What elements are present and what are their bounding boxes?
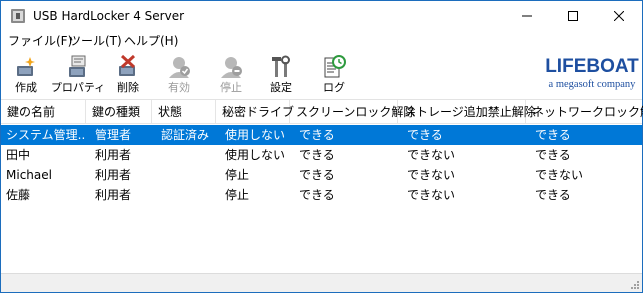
- window-title: USB HardLocker 4 Server: [33, 9, 185, 23]
- column-header-key-type[interactable]: 鍵の種類: [86, 100, 152, 124]
- minimize-icon: [522, 15, 532, 17]
- cell-key-name: 佐藤: [6, 188, 31, 202]
- log-button[interactable]: ログ: [319, 54, 349, 98]
- table-row[interactable]: Michael 利用者 停止 できる できない できない: [1, 165, 642, 185]
- cell-secret-drive: 停止: [225, 168, 250, 182]
- cell-key-name: システム管理...: [6, 128, 86, 142]
- cell-status: [152, 165, 216, 185]
- column-header-network-lock[interactable]: ネットワークロック解除: [526, 100, 643, 124]
- column-header-status[interactable]: 状態: [152, 100, 216, 124]
- cell-secret-drive: 停止: [225, 188, 250, 202]
- cell-key-name: Michael: [6, 168, 52, 182]
- status-bar: [1, 273, 642, 292]
- table-row[interactable]: 田中 利用者 使用しない できる できない できる: [1, 145, 642, 165]
- menu-tools[interactable]: ツール(T): [69, 33, 122, 50]
- stop-icon: [221, 57, 242, 78]
- stop-button[interactable]: 停止: [216, 54, 246, 98]
- properties-button[interactable]: プロパティ: [50, 54, 106, 98]
- cell-network-lock: できる: [535, 128, 571, 142]
- close-icon: [614, 11, 624, 21]
- enable-label: 有効: [168, 81, 190, 94]
- cell-key-type: 管理者: [95, 128, 132, 142]
- app-icon: [11, 9, 25, 23]
- menu-file[interactable]: ファイル(F): [8, 33, 72, 50]
- settings-label: 設定: [270, 81, 292, 94]
- log-label: ログ: [323, 81, 345, 94]
- cell-screen-lock: できる: [299, 148, 335, 162]
- cell-network-lock: できない: [535, 168, 584, 182]
- properties-icon: [69, 55, 86, 77]
- delete-icon: [119, 54, 136, 76]
- key-list: 鍵の名前 鍵の種類 状態 秘密ドライブ スクリーンロック解除 ストレージ追加禁止…: [1, 99, 643, 273]
- table-header: 鍵の名前 鍵の種類 状態 秘密ドライブ スクリーンロック解除 ストレージ追加禁止…: [1, 100, 643, 124]
- log-icon: [324, 55, 346, 78]
- cell-storage-block: できない: [407, 168, 456, 182]
- cell-screen-lock: できる: [299, 168, 335, 182]
- logo-tagline: a megasoft company: [548, 79, 636, 90]
- delete-label: 削除: [117, 81, 139, 94]
- cell-status: 認証済み: [161, 128, 210, 142]
- settings-button[interactable]: 設定: [266, 54, 296, 98]
- logo-name: LIFEBOAT: [545, 56, 639, 77]
- cell-key-type: 利用者: [95, 188, 132, 202]
- lifeboat-logo: LIFEBOAT a megasoft company: [544, 57, 640, 95]
- cell-key-type: 利用者: [95, 168, 132, 182]
- menu-help[interactable]: ヘルプ(H): [124, 33, 178, 50]
- menu-bar: ファイル(F) ツール(T) ヘルプ(H): [1, 32, 642, 51]
- table-row[interactable]: システム管理... 管理者 認証済み 使用しない できる できる できる: [1, 125, 642, 145]
- enable-icon: [169, 57, 190, 78]
- minimize-button[interactable]: [504, 1, 550, 31]
- enable-button[interactable]: 有効: [164, 54, 194, 98]
- column-header-storage-block[interactable]: ストレージ追加禁止解除: [398, 100, 536, 124]
- column-header-secret-drive[interactable]: 秘密ドライブ: [216, 100, 294, 124]
- cell-storage-block: できない: [407, 148, 456, 162]
- delete-button[interactable]: 削除: [113, 54, 143, 98]
- cell-key-type: 利用者: [95, 148, 132, 162]
- cell-status: [152, 185, 216, 205]
- cell-secret-drive: 使用しない: [225, 128, 286, 142]
- table-row[interactable]: 佐藤 利用者 停止 できる できない できる: [1, 185, 642, 205]
- maximize-button[interactable]: [550, 1, 596, 31]
- title-bar[interactable]: USB HardLocker 4 Server: [1, 1, 642, 31]
- cell-screen-lock: できる: [299, 188, 335, 202]
- cell-storage-block: できない: [407, 188, 456, 202]
- column-header-key-name[interactable]: 鍵の名前: [1, 100, 86, 124]
- cell-secret-drive: 使用しない: [225, 148, 286, 162]
- cell-storage-block: できる: [407, 128, 443, 142]
- toolbar: 作成 プロパティ 削除 有効 停止 設定 ログ LIFEBOAT a megas…: [1, 52, 642, 98]
- app-window: USB HardLocker 4 Server ファイル(F) ツール(T) ヘ…: [0, 0, 643, 293]
- column-header-screen-lock[interactable]: スクリーンロック解除: [290, 100, 415, 124]
- cell-network-lock: できる: [535, 188, 571, 202]
- create-button[interactable]: 作成: [9, 54, 43, 98]
- cell-network-lock: できる: [535, 148, 571, 162]
- settings-icon: [272, 55, 290, 77]
- cell-status: [152, 145, 216, 165]
- create-label: 作成: [15, 81, 37, 94]
- maximize-icon: [568, 11, 578, 21]
- cell-screen-lock: できる: [299, 128, 335, 142]
- stop-label: 停止: [220, 81, 242, 94]
- close-button[interactable]: [596, 1, 642, 31]
- cell-key-name: 田中: [6, 148, 31, 162]
- resize-grip-icon[interactable]: [628, 278, 640, 290]
- key-create-icon: [17, 57, 35, 76]
- properties-label: プロパティ: [50, 81, 106, 94]
